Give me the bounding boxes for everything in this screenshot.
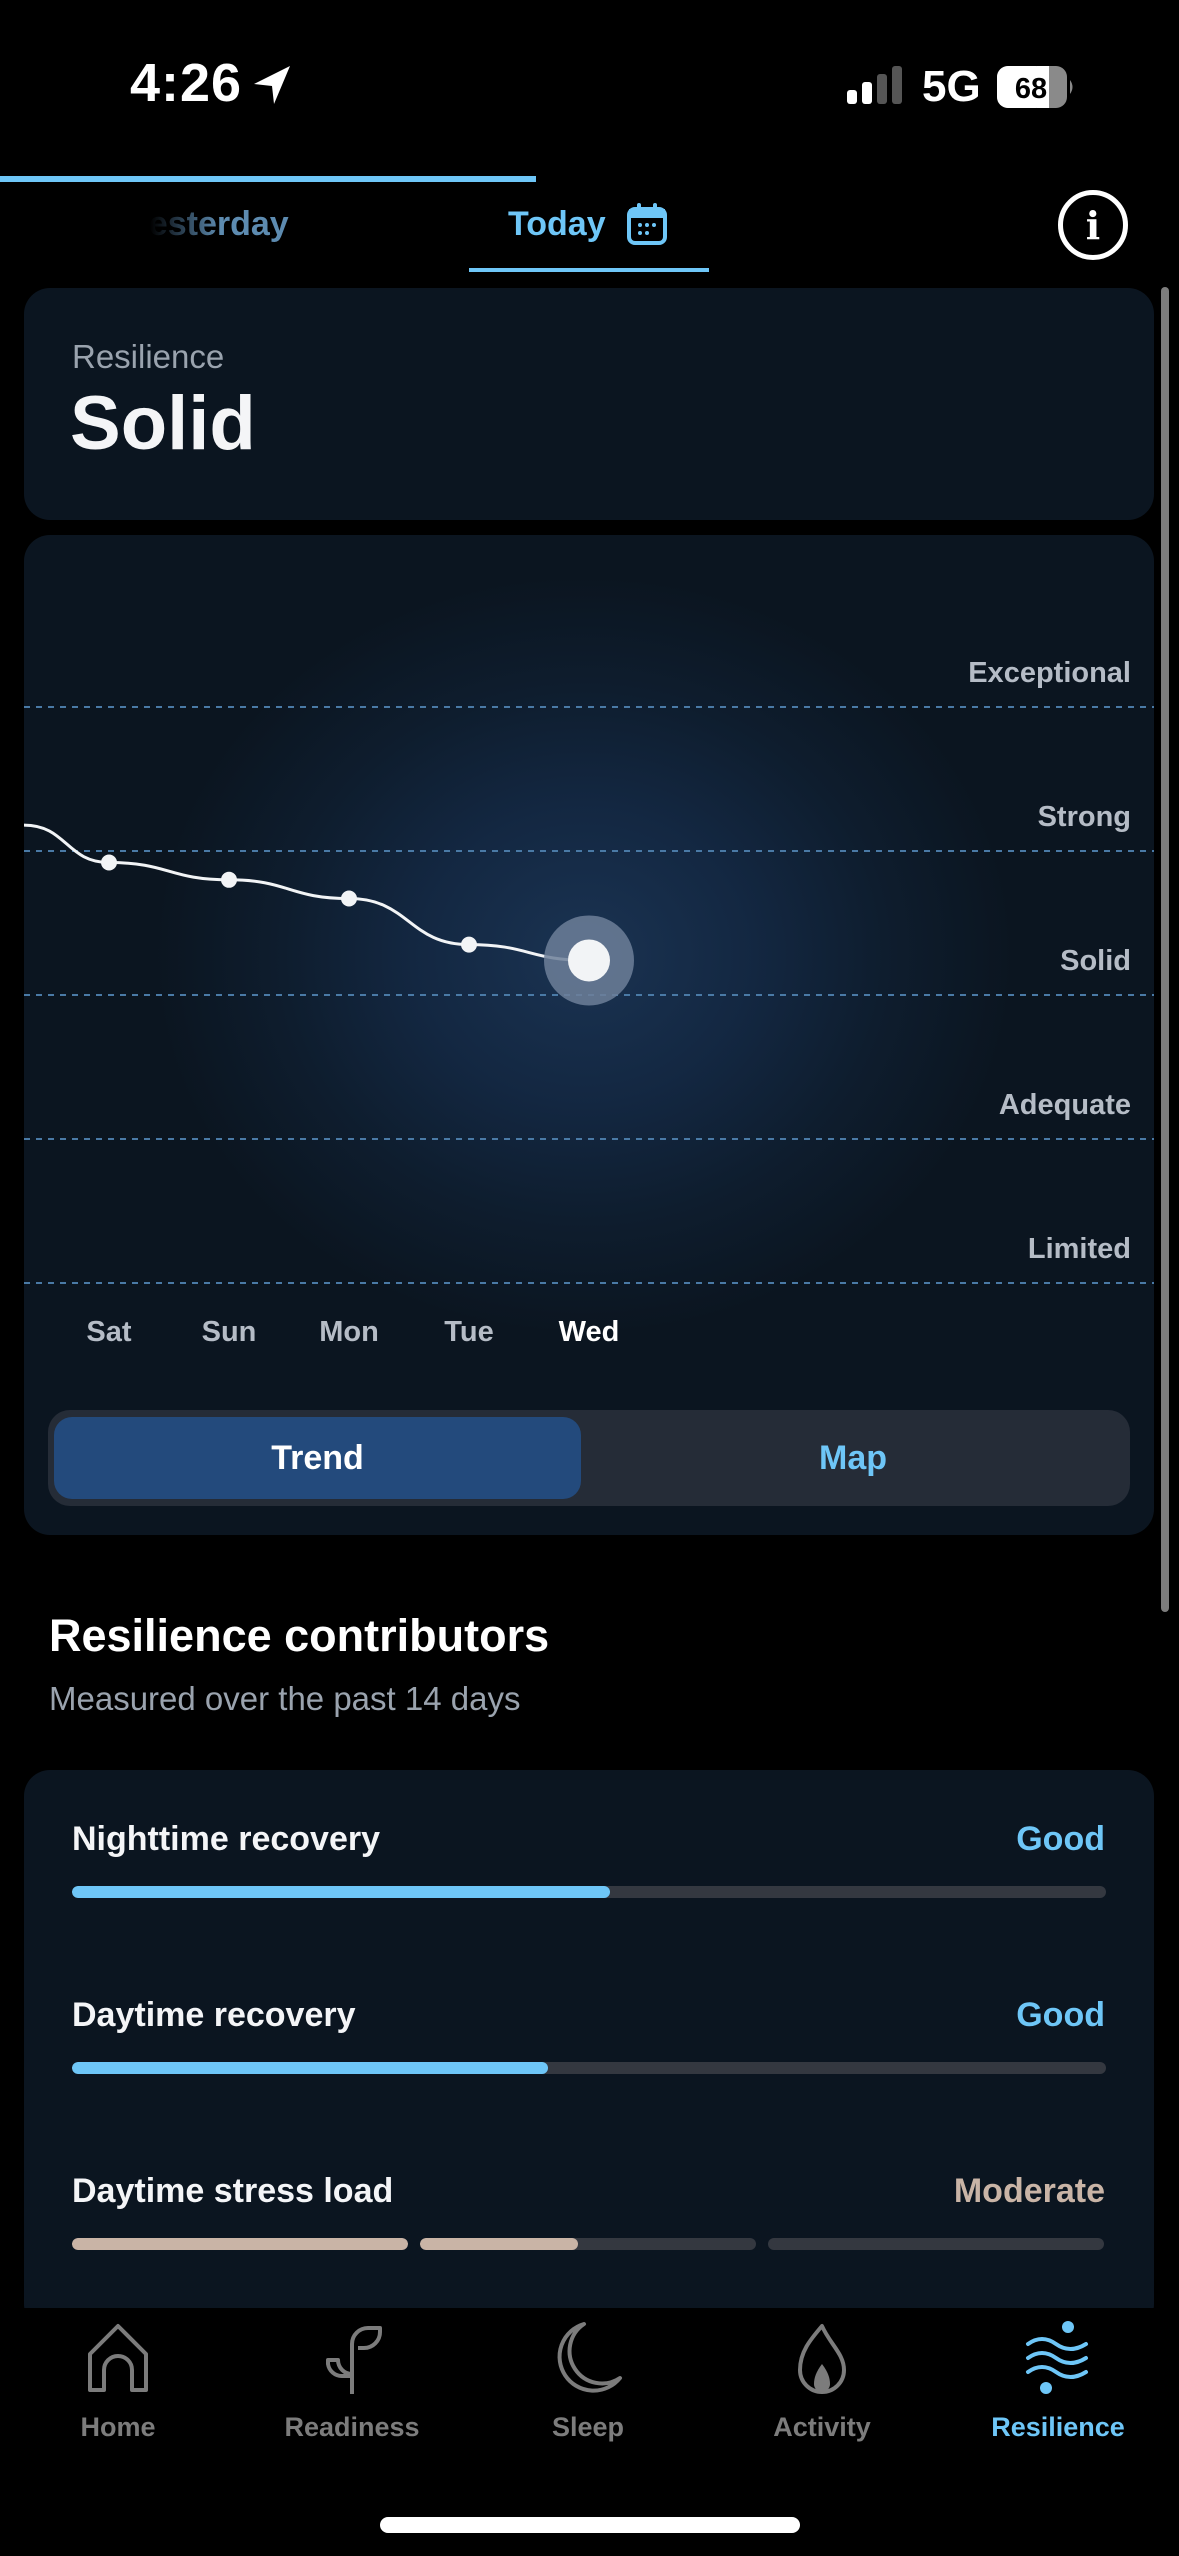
moon-icon: [557, 2322, 622, 2393]
page-progress-indicator: [0, 176, 536, 182]
resilience-trend-chart: [24, 706, 1154, 1284]
stress-segment: [768, 2238, 1104, 2250]
home-icon: [88, 2324, 148, 2392]
network-type: 5G: [922, 62, 981, 111]
day-label-sat[interactable]: Sat: [59, 1316, 159, 1349]
waves-icon: [1026, 2321, 1088, 2394]
cellular-signal-icon: [847, 66, 902, 104]
nav-item-resilience[interactable]: Resilience: [958, 2318, 1158, 2443]
battery-icon: 68: [997, 66, 1075, 108]
progress-fill: [72, 1886, 610, 1898]
data-point-wed[interactable]: [568, 939, 610, 982]
data-point-sat[interactable]: [101, 854, 117, 871]
data-point-tue[interactable]: [461, 936, 477, 953]
nav-item-activity[interactable]: Activity: [722, 2318, 922, 2443]
contributors-subtitle: Measured over the past 14 days: [49, 1680, 521, 1717]
level-label-limited: Limited: [1027, 1233, 1131, 1265]
data-point-sun[interactable]: [221, 871, 237, 888]
location-arrow-icon: [254, 66, 290, 104]
progress-fill: [72, 2062, 548, 2074]
home-indicator[interactable]: [380, 2517, 800, 2533]
contributor-progress-bar: [72, 1886, 1106, 1898]
summary-label: Resilience: [72, 338, 225, 375]
tab-yesterday[interactable]: Yesterday: [150, 205, 310, 244]
level-label-adequate: Adequate: [998, 1089, 1131, 1121]
nav-item-sleep[interactable]: Sleep: [488, 2318, 688, 2443]
contributor-progress-bar: [72, 2062, 1106, 2074]
scrollbar[interactable]: [1161, 287, 1169, 1612]
tab-today[interactable]: Today: [508, 205, 606, 244]
stress-segment: [420, 2238, 756, 2250]
day-label-wed[interactable]: Wed: [539, 1316, 639, 1349]
info-icon: i: [1085, 202, 1101, 248]
day-label-mon[interactable]: Mon: [299, 1316, 399, 1349]
nav-item-home[interactable]: Home: [18, 2318, 218, 2443]
calendar-icon[interactable]: [626, 202, 668, 246]
level-label-solid: Solid: [1060, 945, 1131, 977]
level-label-exceptional: Exceptional: [968, 657, 1131, 689]
status-time: 4:26: [130, 53, 243, 113]
contributor-name[interactable]: Nighttime recovery: [72, 1820, 380, 1859]
toggle-trend[interactable]: Trend: [54, 1417, 581, 1499]
contributors-title: Resilience contributors: [49, 1610, 550, 1661]
summary-value: Solid: [70, 381, 256, 466]
battery-level: 68: [1015, 73, 1047, 105]
contributor-status: Good: [1016, 1820, 1105, 1858]
data-point-mon[interactable]: [341, 890, 357, 907]
tab-today-underline: [469, 268, 709, 272]
day-label-tue[interactable]: Tue: [419, 1316, 519, 1349]
contributor-name[interactable]: Daytime stress load: [72, 2172, 393, 2211]
contributor-status: Moderate: [953, 2172, 1105, 2210]
info-button[interactable]: i: [1058, 190, 1128, 260]
contributor-name[interactable]: Daytime recovery: [72, 1996, 356, 2035]
contributor-status: Good: [1016, 1996, 1105, 2034]
sprout-icon: [326, 2326, 382, 2394]
nav-item-readiness[interactable]: Readiness: [252, 2318, 452, 2443]
stress-segment: [72, 2238, 408, 2250]
flame-icon: [798, 2324, 846, 2394]
day-label-sun[interactable]: Sun: [179, 1316, 279, 1349]
stress-load-segmented-bar: [72, 2238, 1104, 2250]
trend-line: [24, 823, 590, 962]
toggle-map[interactable]: Map: [583, 1417, 1123, 1499]
level-label-strong: Strong: [1037, 801, 1131, 833]
